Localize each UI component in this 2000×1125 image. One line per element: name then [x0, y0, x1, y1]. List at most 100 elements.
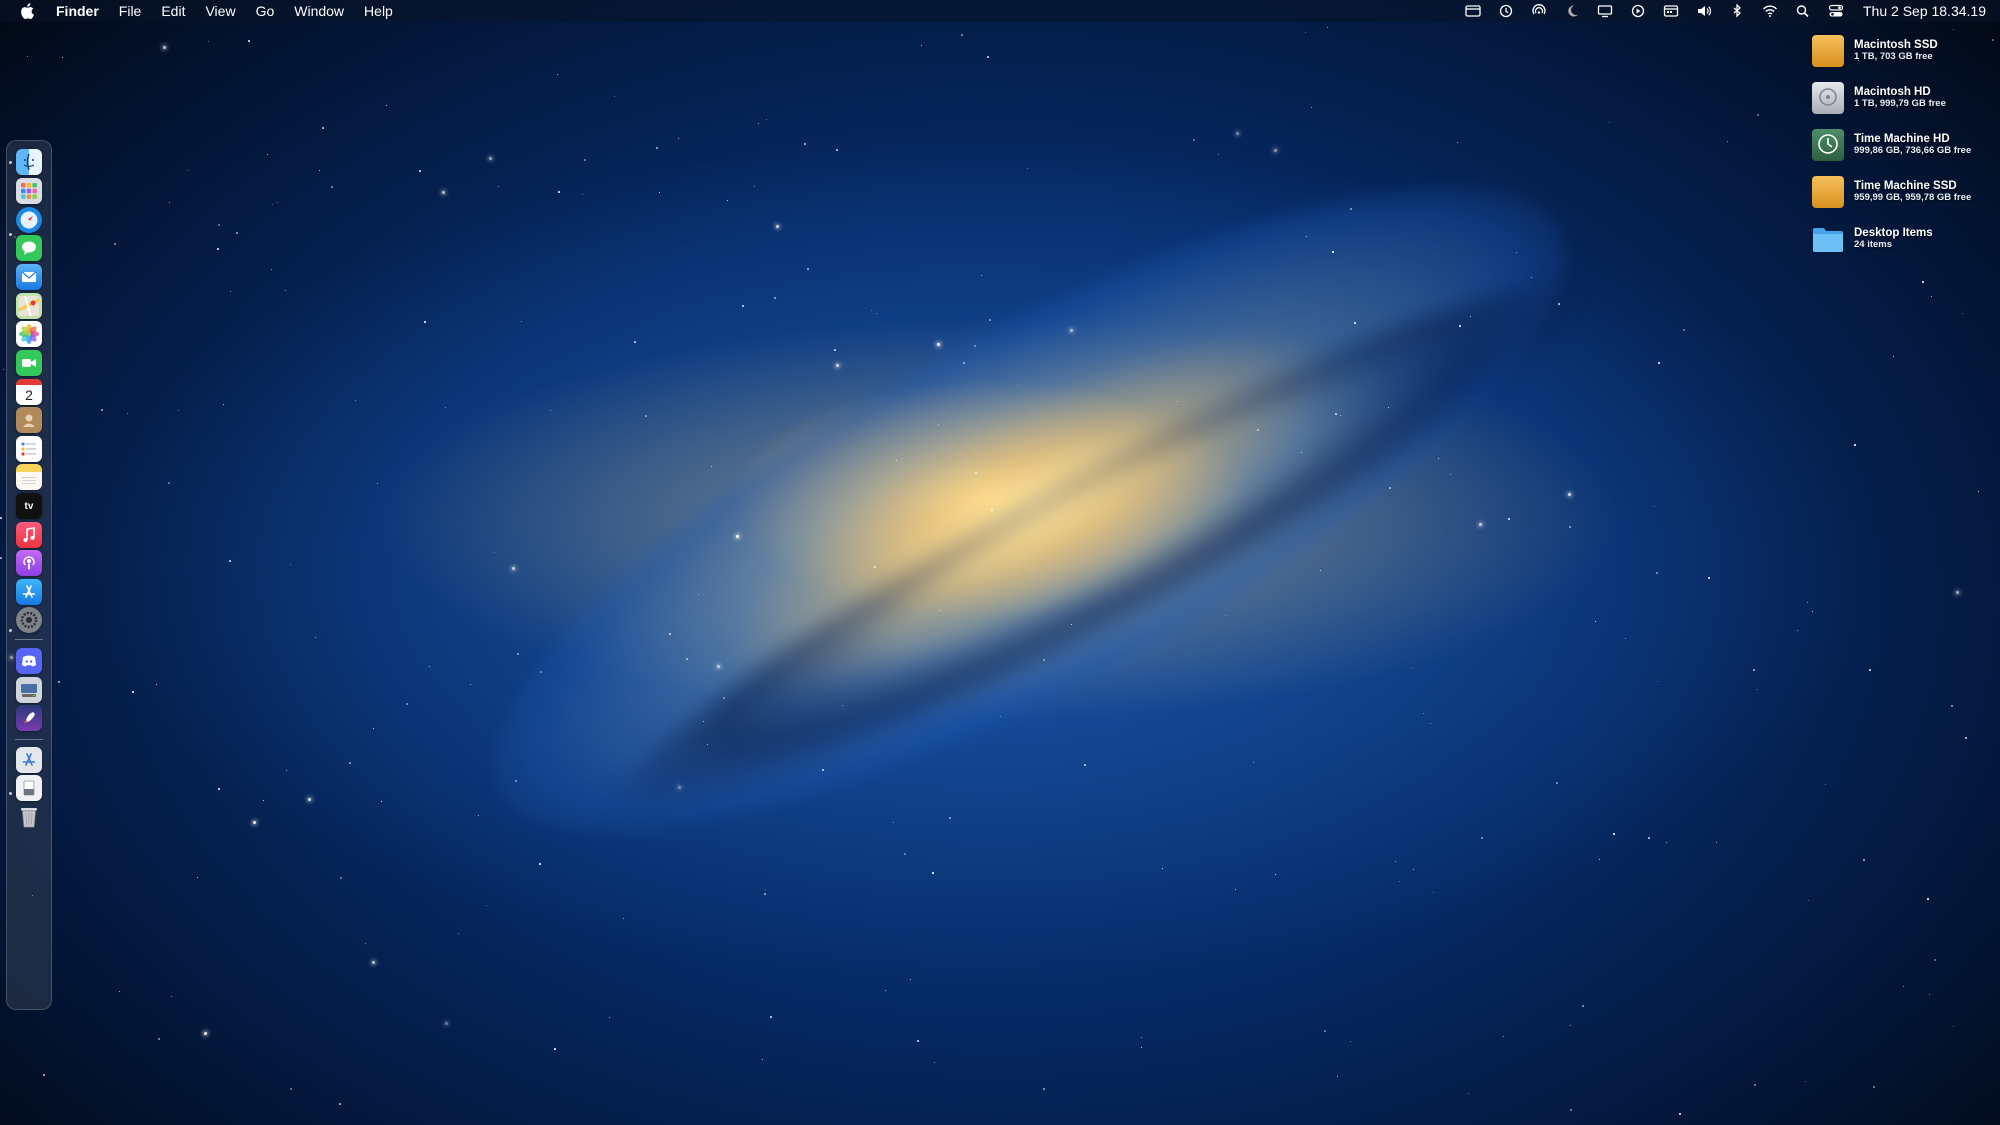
star — [1965, 737, 1967, 739]
messages-icon[interactable] — [16, 235, 42, 261]
disk-icon[interactable] — [16, 677, 42, 703]
launchpad-icon[interactable] — [16, 178, 42, 204]
app-folder-icon[interactable] — [16, 747, 42, 773]
app-store-icon[interactable] — [16, 579, 42, 605]
star — [340, 877, 342, 879]
airdrop-icon[interactable] — [1530, 4, 1548, 18]
app-menu-finder[interactable]: Finder — [56, 0, 99, 22]
star — [938, 424, 939, 425]
star — [1027, 168, 1028, 169]
star — [842, 705, 843, 706]
rocket-icon[interactable] — [16, 705, 42, 731]
star — [1320, 570, 1321, 571]
star — [910, 979, 911, 980]
star — [765, 889, 766, 890]
notes-icon[interactable] — [16, 464, 42, 490]
menu-help[interactable]: Help — [364, 0, 393, 22]
desktop-item-time-machine-hd[interactable]: Time Machine HD 999,86 GB, 736,66 GB fre… — [1812, 125, 1992, 165]
star — [940, 610, 941, 611]
podcasts-icon[interactable] — [16, 550, 42, 576]
star — [1757, 114, 1759, 116]
trash-icon[interactable] — [16, 804, 42, 830]
discord-icon[interactable] — [16, 648, 42, 674]
star — [1470, 316, 1471, 317]
star — [43, 1074, 45, 1076]
running-indicator — [9, 233, 12, 236]
moon-icon[interactable] — [1563, 4, 1581, 18]
star — [365, 943, 366, 944]
star — [1716, 842, 1717, 843]
search-icon[interactable] — [1794, 4, 1812, 18]
star — [1430, 723, 1431, 724]
mail-icon[interactable] — [16, 264, 42, 290]
star — [1218, 154, 1219, 155]
star — [1459, 325, 1461, 327]
star — [921, 45, 922, 46]
calendar-icon[interactable] — [1662, 4, 1680, 18]
star — [419, 170, 421, 172]
reminders-icon[interactable] — [16, 436, 42, 462]
star — [319, 170, 320, 171]
star — [168, 482, 170, 484]
star — [934, 1062, 935, 1063]
star — [698, 594, 699, 595]
star — [1412, 668, 1413, 669]
star — [550, 410, 551, 411]
star — [286, 770, 287, 771]
desktop-item-macintosh-hd[interactable]: Macintosh HD 1 TB, 999,79 GB free — [1812, 78, 1992, 118]
gear-icon[interactable] — [16, 607, 42, 633]
dock: 2 tv — [6, 140, 52, 1010]
star — [558, 191, 560, 193]
star — [836, 149, 838, 151]
desktop-item-time-machine-ssd[interactable]: Time Machine SSD 959,99 GB, 959,78 GB fr… — [1812, 172, 1992, 212]
menu-view[interactable]: View — [205, 0, 235, 22]
volume-icon[interactable] — [1695, 4, 1713, 18]
menu-bar-clock[interactable]: Thu 2 Sep 18.34.19 — [1863, 3, 1986, 19]
menu-file[interactable]: File — [119, 0, 142, 22]
finder-icon[interactable] — [16, 149, 42, 175]
star — [494, 552, 495, 553]
star — [1727, 141, 1728, 142]
star — [1582, 1005, 1584, 1007]
star — [132, 691, 134, 693]
star — [614, 96, 615, 97]
apple-tv-icon[interactable]: tv — [16, 493, 42, 519]
wallpaper-galaxy — [415, 69, 1645, 951]
star — [515, 780, 517, 782]
star — [1927, 898, 1929, 900]
control-center-icon[interactable] — [1827, 4, 1845, 18]
star — [1757, 689, 1758, 690]
menu-go[interactable]: Go — [256, 0, 275, 22]
contacts-icon[interactable] — [16, 407, 42, 433]
photos-icon[interactable] — [16, 321, 42, 347]
music-icon[interactable] — [16, 522, 42, 548]
time-machine-icon[interactable] — [1497, 4, 1515, 18]
document-folder-icon[interactable] — [16, 775, 42, 801]
star — [424, 321, 426, 323]
desktop-item-macintosh-ssd[interactable]: Macintosh SSD 1 TB, 703 GB free — [1812, 31, 1992, 71]
menu-edit[interactable]: Edit — [161, 0, 185, 22]
menu-window[interactable]: Window — [294, 0, 344, 22]
bluetooth-icon[interactable] — [1728, 4, 1746, 18]
star — [253, 821, 256, 824]
star — [169, 202, 170, 203]
star — [1141, 1047, 1142, 1048]
star — [1305, 32, 1306, 33]
star — [686, 658, 688, 660]
play-icon[interactable] — [1629, 4, 1647, 18]
maps-icon[interactable] — [16, 293, 42, 319]
safari-icon[interactable] — [16, 207, 42, 233]
facetime-icon[interactable] — [16, 350, 42, 376]
desktop-item-desktop-items[interactable]: Desktop Items 24 items — [1812, 219, 1992, 259]
display-icon[interactable] — [1596, 4, 1614, 18]
apple-menu-icon[interactable] — [20, 3, 34, 20]
star — [1000, 716, 1001, 717]
star — [1683, 329, 1685, 331]
star — [1274, 149, 1277, 152]
wifi-icon[interactable] — [1761, 4, 1779, 18]
calendar-icon[interactable]: 2 — [16, 379, 42, 405]
star — [1812, 611, 1813, 612]
star — [1457, 142, 1458, 143]
star — [711, 466, 712, 467]
window-icon[interactable] — [1464, 4, 1482, 18]
